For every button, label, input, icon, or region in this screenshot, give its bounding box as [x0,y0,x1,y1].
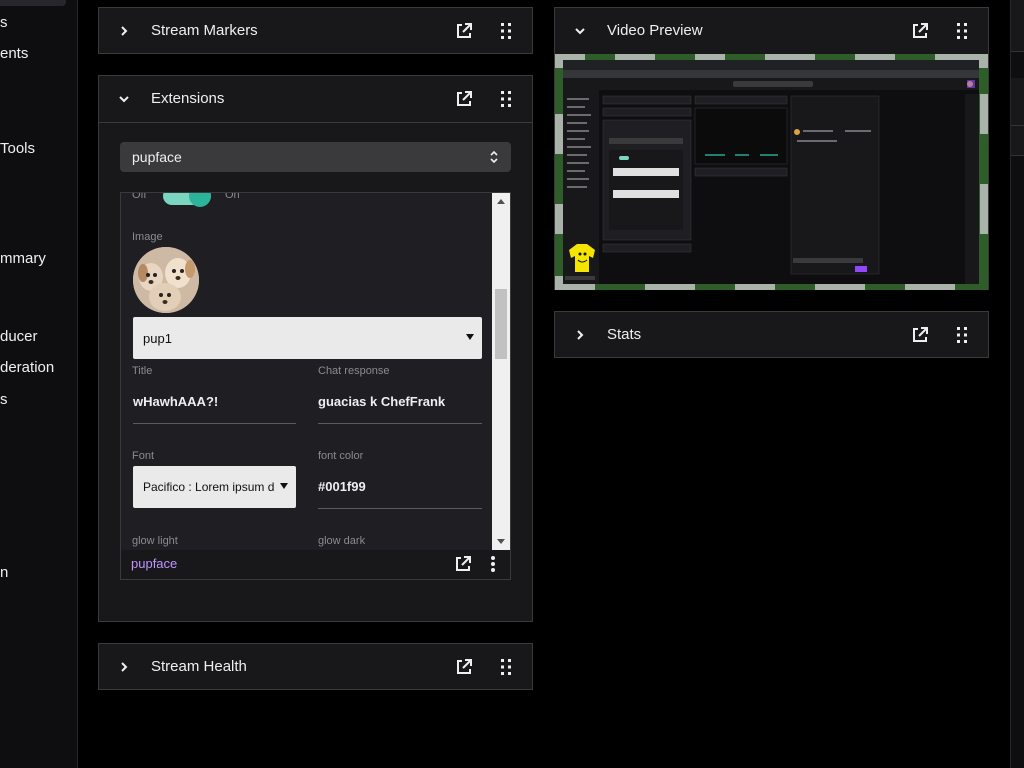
scroll-up-arrow-icon[interactable] [497,199,505,204]
sidebar-item-2[interactable]: ents [0,45,28,62]
drag-handle-icon[interactable] [956,326,968,344]
font-color-input[interactable]: #001f99 [318,479,366,494]
panel-title: Stream Health [151,658,247,675]
extension-footer: pupface [121,550,510,579]
popout-icon[interactable] [911,326,929,344]
extension-config-frame: Off On Image pup1 Title Chat response wH… [120,192,511,580]
drag-handle-icon[interactable] [500,90,512,108]
extensions-panel: Extensions pupface Off On Image pup1 Tit… [98,75,533,622]
sidebar-item-1[interactable]: s [0,14,8,31]
sidebar-item-6[interactable]: deration [0,359,54,376]
right-column-block [1011,126,1024,156]
extension-select[interactable]: pupface [120,142,511,172]
stats-panel: Stats [554,311,989,358]
sort-arrows-icon [489,150,499,169]
toggle-knob [189,193,211,207]
video-preview-player[interactable] [555,54,988,290]
stream-health-panel: Stream Health [98,643,533,690]
popout-icon[interactable] [454,555,472,573]
sidebar-item-3[interactable]: Tools [0,140,35,157]
chat-response-underline [318,423,482,424]
stats-header[interactable]: Stats [555,312,988,358]
panel-title: Extensions [151,90,225,107]
toggle-switch[interactable] [163,193,211,207]
popout-icon[interactable] [455,90,473,108]
chat-response-label: Chat response [318,365,390,377]
panel-title: Stats [607,326,642,343]
chevron-right-icon[interactable] [573,328,587,342]
dropdown-arrow-icon [466,334,474,340]
extensions-header[interactable]: Extensions [99,76,532,122]
stream-health-header[interactable]: Stream Health [99,644,532,690]
chevron-down-icon[interactable] [573,24,587,38]
puppy-image [133,247,199,313]
image-select-value: pup1 [143,331,172,346]
chevron-down-icon[interactable] [117,92,131,106]
chat-response-input[interactable]: guacias k ChefFrank [318,394,445,409]
image-select[interactable]: pup1 [133,317,482,359]
sidebar-item-4[interactable]: mmary [0,250,46,267]
stream-markers-header[interactable]: Stream Markers [99,8,532,54]
sidebar-item-7[interactable]: s [0,391,8,408]
sidebar-item-8[interactable]: n [0,564,8,581]
stream-markers-panel: Stream Markers [98,7,533,54]
chevron-right-icon[interactable] [117,660,131,674]
panel-title: Stream Markers [151,22,258,39]
popout-icon[interactable] [911,22,929,40]
right-column-edge [1010,0,1024,768]
drag-handle-icon[interactable] [500,22,512,40]
title-label: Title [132,365,153,377]
right-column-block [1011,78,1024,126]
creator-dashboard-sidebar: s ents Tools mmary ducer deration s n [0,0,78,768]
sidebar-active-item[interactable] [0,0,66,6]
panel-title: Video Preview [607,22,703,39]
font-color-label: font color [318,450,364,462]
extension-name-link[interactable]: pupface [131,556,177,571]
popout-icon[interactable] [455,658,473,676]
scrollbar-thumb[interactable] [495,289,507,359]
more-vertical-icon[interactable] [490,555,496,573]
toggle-off-label: Off [132,193,147,201]
toggle-on-label: On [225,193,240,201]
video-preview-header[interactable]: Video Preview [555,8,988,54]
scroll-down-arrow-icon[interactable] [497,539,505,544]
panel-divider [99,122,532,123]
dropdown-arrow-icon [280,483,288,489]
font-color-underline [318,508,482,509]
font-select[interactable]: Pacifico : Lorem ipsum d [133,466,296,508]
glow-dark-label: glow dark [318,535,366,547]
font-label: Font [132,450,155,462]
extension-select-value: pupface [132,149,182,165]
video-preview-frame [555,54,988,290]
extension-config-content: Off On Image pup1 Title Chat response wH… [121,193,492,550]
glow-light-label: glow light [132,535,178,547]
font-select-value: Pacifico : Lorem ipsum d [143,480,275,494]
drag-handle-icon[interactable] [956,22,968,40]
popout-icon[interactable] [455,22,473,40]
video-preview-panel: Video Preview [554,7,989,290]
sidebar-item-5[interactable]: ducer [0,328,38,345]
extension-scrollbar[interactable] [492,193,510,550]
drag-handle-icon[interactable] [500,658,512,676]
right-column-block [1011,0,1024,52]
chevron-right-icon[interactable] [117,24,131,38]
title-input[interactable]: wHawhAAA?! [133,394,218,409]
image-label: Image [132,231,163,243]
title-input-underline [133,423,296,424]
